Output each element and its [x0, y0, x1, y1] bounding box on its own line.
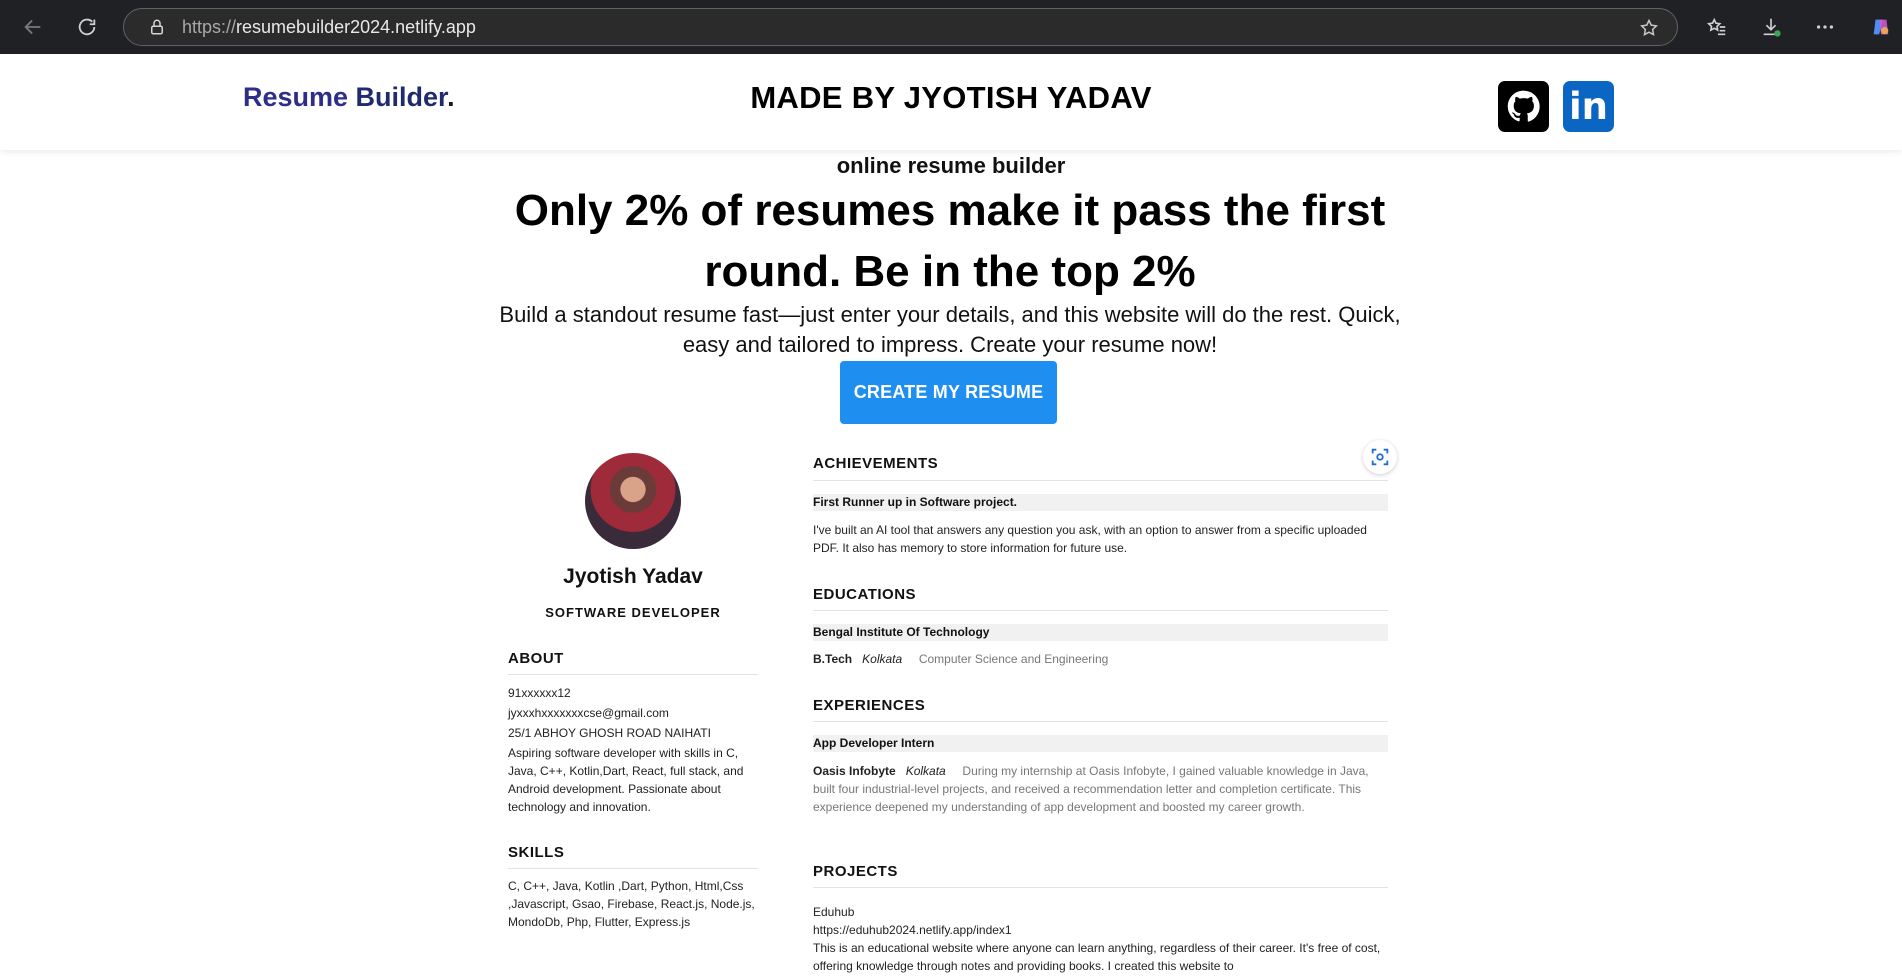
favorite-star-icon[interactable] — [1639, 18, 1659, 38]
back-arrow-icon — [24, 19, 41, 35]
divider — [813, 721, 1388, 722]
back-button[interactable] — [18, 12, 48, 42]
hero-headline: Only 2% of resumes make it pass the firs… — [514, 186, 1386, 296]
more-menu-button[interactable] — [1810, 12, 1840, 42]
educations-heading: EDUCATIONS — [813, 586, 917, 603]
experience-details: Oasis Infobyte Kolkata During my interns… — [813, 762, 1388, 816]
person-name: Jyotish Yadav — [563, 565, 703, 588]
resume-preview: Jyotish Yadav SOFTWARE DEVELOPER ABOUT 9… — [505, 440, 1400, 980]
favorites-list-icon — [1706, 17, 1726, 36]
achievement-text: I've built an AI tool that answers any q… — [813, 523, 1367, 555]
about-text: Aspiring software developer with skills … — [508, 746, 744, 814]
skills-heading: SKILLS — [508, 844, 565, 861]
email-address: jyxxxhxxxxxxxcse@gmail.com — [508, 706, 669, 720]
experiences-heading: EXPERIENCES — [813, 697, 926, 714]
copilot-button[interactable] — [1866, 12, 1896, 42]
divider — [508, 674, 758, 675]
divider — [813, 480, 1388, 481]
create-resume-button[interactable]: CREATE MY RESUME — [840, 361, 1057, 424]
education-field: Computer Science and Engineering — [918, 652, 1109, 666]
refresh-button[interactable] — [72, 12, 102, 42]
experience-title: App Developer Intern — [813, 735, 1388, 752]
github-link[interactable] — [1498, 81, 1549, 132]
browser-toolbar: https://resumebuilder2024.netlify.app — [0, 0, 1902, 55]
download-icon — [1763, 18, 1781, 37]
person-role: SOFTWARE DEVELOPER — [545, 605, 721, 620]
divider — [813, 610, 1388, 611]
experience-company: Oasis Infobyte — [813, 764, 896, 778]
downloads-button[interactable] — [1756, 12, 1786, 42]
education-city: Kolkata — [862, 652, 903, 666]
linkedin-icon: in — [1568, 85, 1609, 128]
project-url[interactable]: https://eduhub2024.netlify.app/index1 — [813, 921, 1388, 939]
about-heading: ABOUT — [508, 650, 564, 667]
profile-avatar — [585, 453, 681, 549]
hero-eyebrow: online resume builder — [836, 153, 1066, 178]
favorites-button[interactable] — [1702, 12, 1732, 42]
scan-icon — [1371, 448, 1389, 466]
education-school: Bengal Institute Of Technology — [813, 624, 1388, 641]
project-text: This is an educational website where any… — [813, 941, 1381, 973]
linkedin-link[interactable]: in — [1563, 81, 1614, 132]
phone-number: 91xxxxxx12 — [508, 686, 571, 700]
achievements-heading: ACHIEVEMENTS — [813, 455, 939, 472]
made-by-title: MADE BY JYOTISH YADAV — [750, 80, 1152, 115]
refresh-icon — [78, 18, 96, 36]
experience-text: During my internship at Oasis Infobyte, … — [813, 764, 1369, 814]
education-details: B.Tech Kolkata Computer Science and Engi… — [813, 650, 1388, 668]
projects-heading: PROJECTS — [813, 863, 898, 880]
visual-search-button[interactable] — [1363, 440, 1397, 474]
lock-icon — [151, 19, 163, 35]
copilot-icon — [1873, 19, 1889, 35]
project-name: Eduhub — [813, 905, 855, 919]
skills-text: C, C++, Java, Kotlin ,Dart, Python, Html… — [508, 879, 755, 929]
github-icon — [1507, 90, 1540, 122]
url-text[interactable]: https://resumebuilder2024.netlify.app — [182, 17, 476, 38]
postal-address: 25/1 ABHOY GHOSH ROAD NAIHATI — [508, 726, 711, 740]
education-degree: B.Tech — [813, 652, 853, 666]
achievement-title: First Runner up in Software project. — [813, 494, 1388, 511]
divider — [813, 887, 1388, 888]
address-bar[interactable]: https://resumebuilder2024.netlify.app — [123, 8, 1678, 46]
divider — [508, 868, 758, 869]
hero-subtext: Build a standout resume fast—just enter … — [499, 302, 1401, 357]
site-header: Resume Builder. MADE BY JYOTISH YADAV in — [0, 54, 1902, 150]
ellipsis-icon — [1816, 25, 1834, 29]
experience-city: Kolkata — [905, 764, 946, 778]
